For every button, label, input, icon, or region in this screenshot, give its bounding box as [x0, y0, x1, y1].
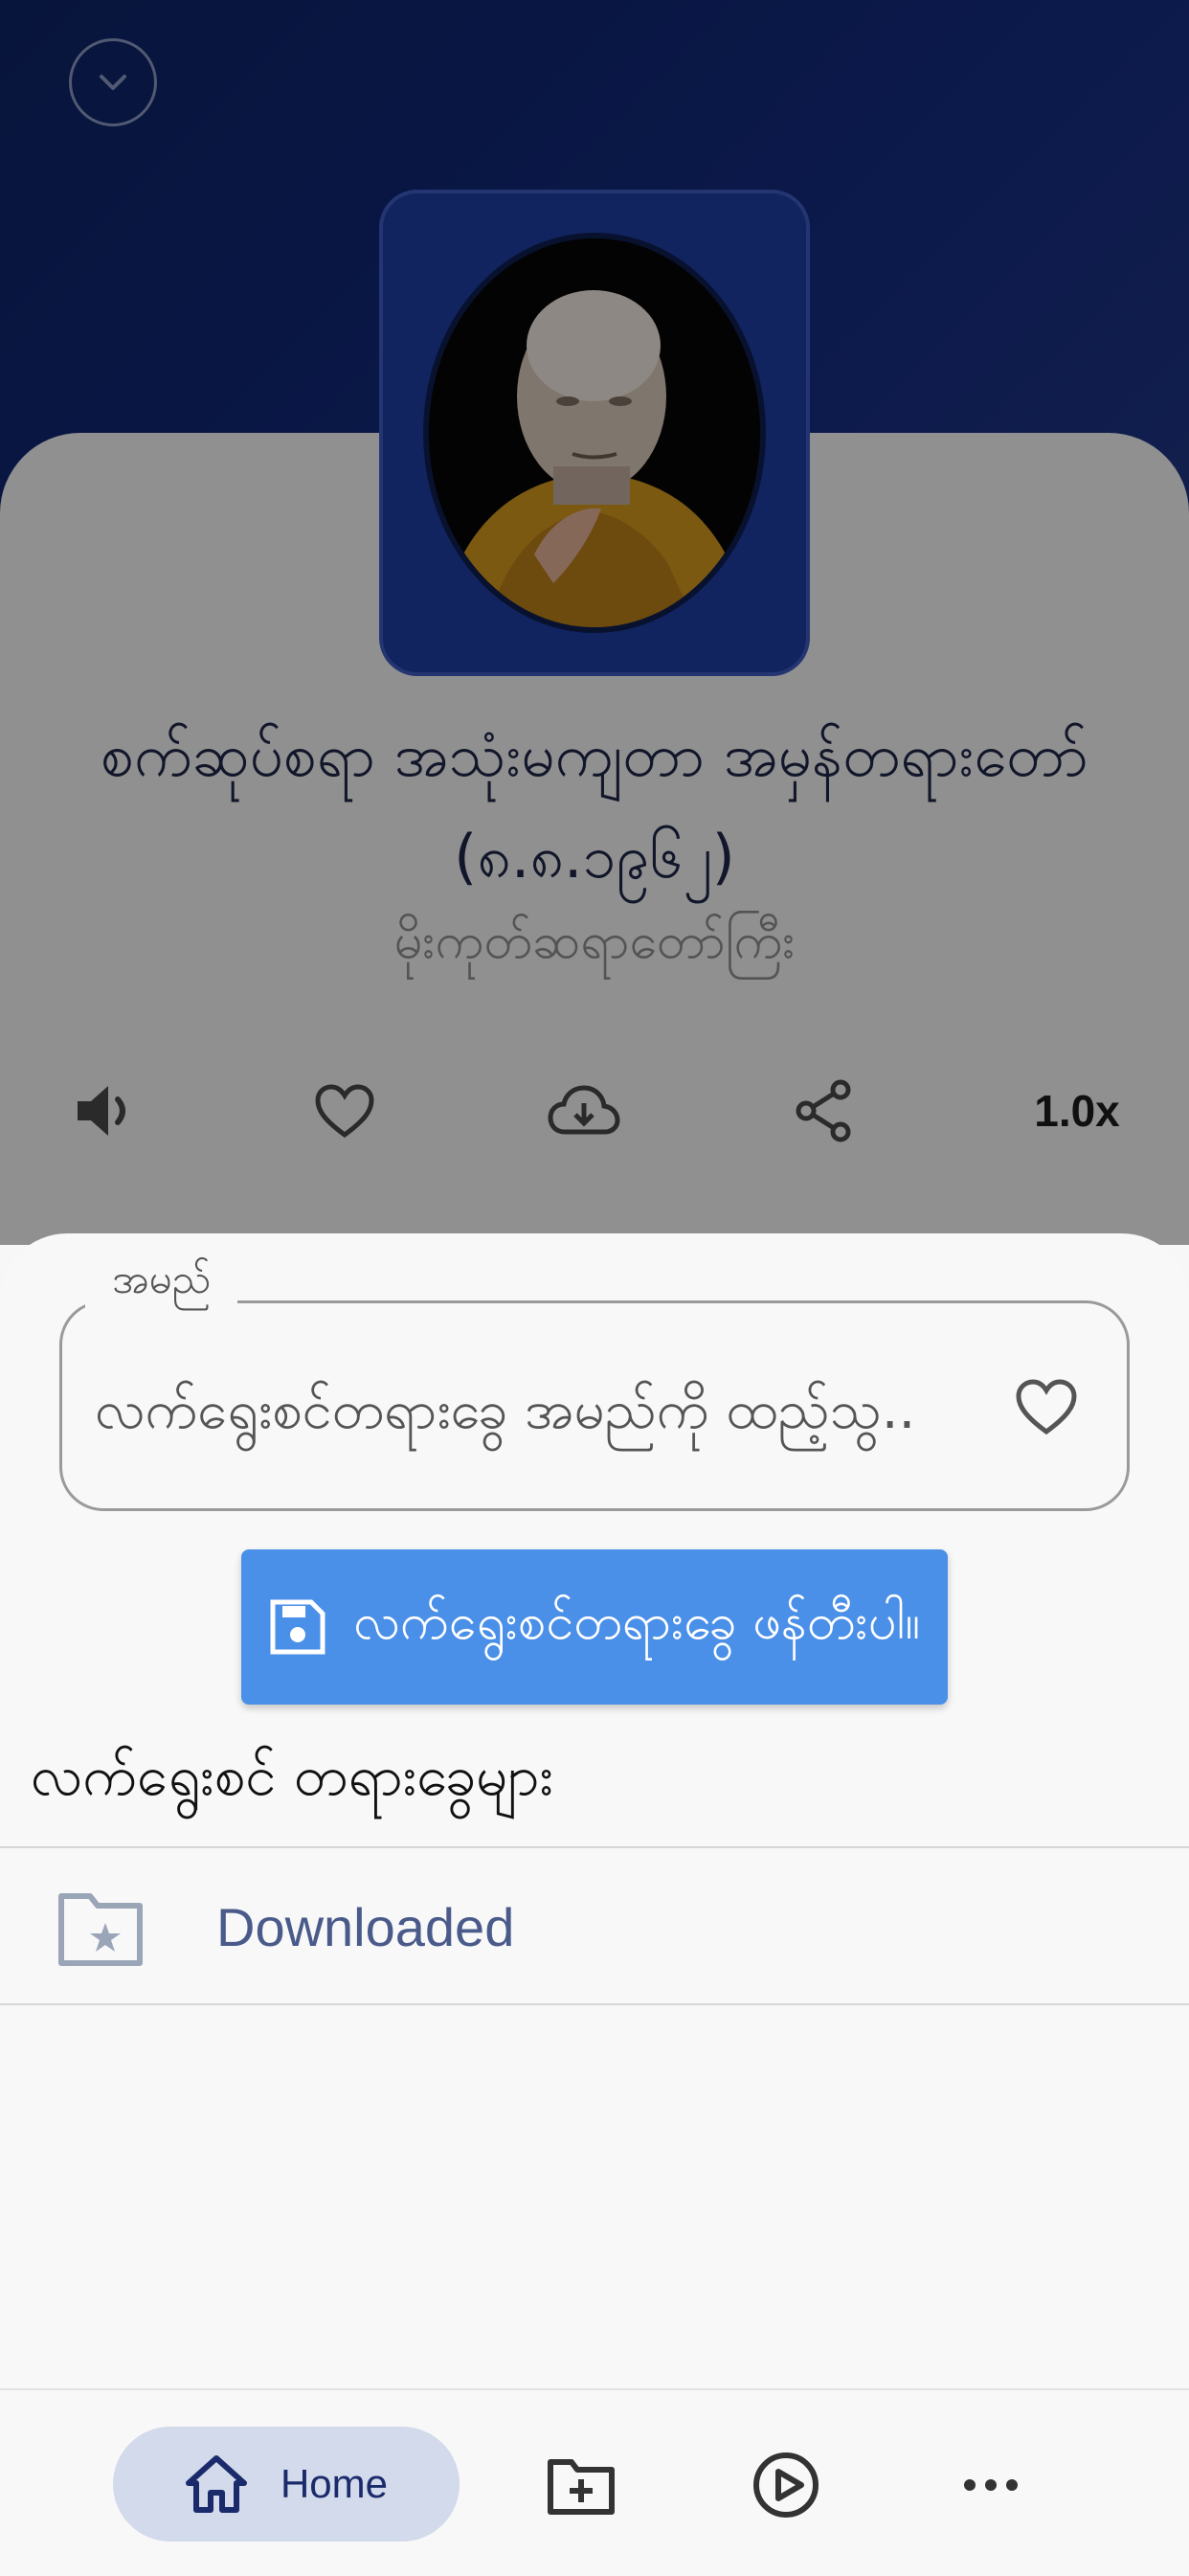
- create-playlist-button[interactable]: လက်ရွေးစင်တရားခွေ ဖန်တီးပါ။: [241, 1549, 948, 1705]
- add-to-playlist-sheet: အမည် လက်ရွေးစင်တရားခွေ အမည်ကို ထည့်သွ...…: [0, 1233, 1189, 2390]
- playlist-name-input[interactable]: လက်ရွေးစင်တရားခွေ အမည်ကို ထည့်သွ...: [95, 1376, 918, 1455]
- divider: [0, 2003, 1189, 2005]
- playlists-heading: လက်ရွေးစင် တရားခွေများ: [31, 1743, 554, 1808]
- more-icon: [964, 2479, 1018, 2491]
- folder-star-icon: [58, 1893, 143, 1966]
- favorite-toggle[interactable]: [1004, 1365, 1088, 1449]
- play-circle-icon: [753, 2452, 819, 2518]
- nav-more[interactable]: [948, 2442, 1034, 2528]
- modal-scrim[interactable]: [0, 0, 1189, 1245]
- playlist-item-downloaded[interactable]: Downloaded: [0, 1848, 1189, 2005]
- home-icon: [185, 2455, 247, 2513]
- nav-now-playing[interactable]: [743, 2442, 829, 2528]
- playlist-name-label: အမည်: [85, 1254, 238, 1313]
- heart-icon: [1016, 1379, 1077, 1435]
- folder-add-icon: [548, 2459, 615, 2515]
- bottom-navigation: Home: [0, 2388, 1189, 2576]
- save-icon: [270, 1599, 325, 1655]
- nav-home[interactable]: Home: [113, 2427, 460, 2542]
- now-playing-screen: စက်ဆုပ်စရာ အသုံးမကျတာ အမှန်တရားတော် (၈.၈…: [0, 0, 1189, 1245]
- playlist-item-label: Downloaded: [216, 1897, 515, 1957]
- nav-add-playlist[interactable]: [538, 2442, 624, 2528]
- playlist-name-field[interactable]: အမည် လက်ရွေးစင်တရားခွေ အမည်ကို ထည့်သွ...: [59, 1254, 1130, 1511]
- nav-home-label: Home: [280, 2461, 389, 2506]
- create-playlist-label: လက်ရွေးစင်တရားခွေ ဖန်တီးပါ။: [353, 1593, 920, 1651]
